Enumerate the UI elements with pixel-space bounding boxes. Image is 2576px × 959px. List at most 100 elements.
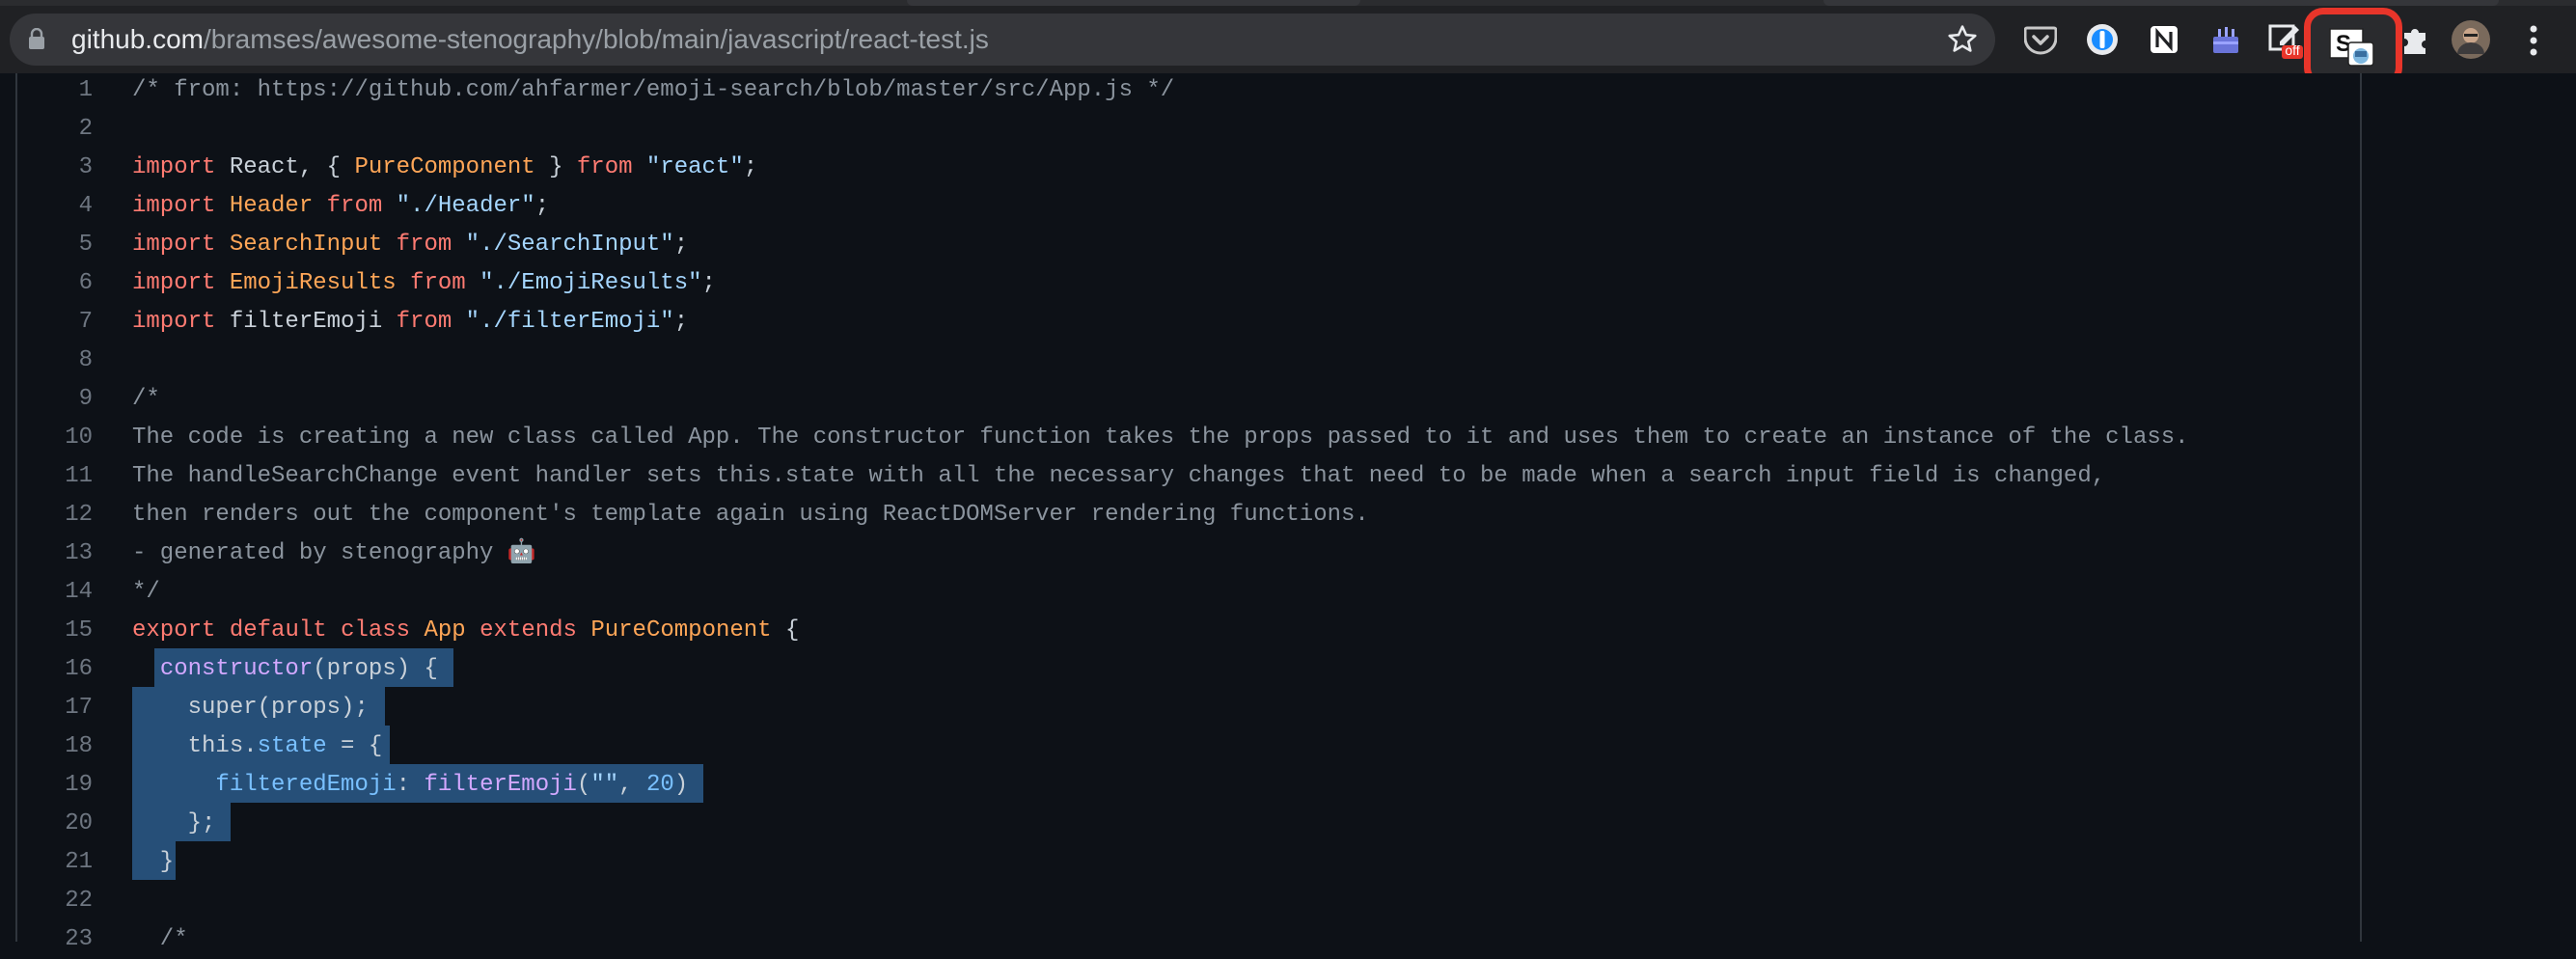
avatar[interactable]	[2451, 19, 2491, 60]
code-token: import	[132, 154, 216, 180]
code-token: filteredEmoji	[215, 772, 397, 798]
code-token: ;	[534, 193, 550, 219]
code-token: ;	[701, 270, 716, 296]
line-number[interactable]: 19	[19, 766, 93, 805]
cake-icon[interactable]	[2206, 19, 2246, 60]
line-number[interactable]: 20	[19, 805, 93, 843]
code-line: /*	[132, 926, 188, 952]
code-token: {	[771, 617, 800, 644]
code-line: import EmojiResults from "./EmojiResults…	[132, 264, 716, 303]
code-token: SearchInput	[215, 232, 397, 258]
line-number[interactable]: 10	[19, 419, 93, 457]
code-token: state	[257, 733, 327, 759]
url-host: github.com	[71, 24, 204, 54]
code-token: ,	[618, 772, 646, 798]
tab[interactable]	[1823, 0, 2499, 6]
code-token: import	[132, 270, 216, 296]
line-number[interactable]: 4	[19, 187, 93, 226]
line-number[interactable]: 11	[19, 457, 93, 496]
code-token: import	[132, 309, 216, 335]
code-token: ;	[673, 309, 689, 335]
code-line: The handleSearchChange event handler set…	[132, 463, 2106, 489]
code-token: "react"	[645, 154, 744, 180]
line-number[interactable]: 13	[19, 534, 93, 573]
bookmark-star-icon[interactable]	[1946, 23, 1979, 56]
url-path: /bramses/awesome-stenography/blob/main/j…	[203, 24, 989, 54]
line-number[interactable]: 15	[19, 612, 93, 650]
stenography-extension-icon[interactable]: S	[2329, 28, 2377, 68]
code-token: default	[229, 617, 327, 644]
line-number[interactable]: 16	[19, 650, 93, 689]
code-token: ;	[743, 154, 758, 180]
line-number[interactable]: 8	[19, 342, 93, 380]
divider	[15, 73, 17, 942]
line-number[interactable]: 22	[19, 882, 93, 920]
lock-icon[interactable]	[29, 28, 44, 49]
code-token: constructor	[159, 656, 314, 682]
code-token: EmojiResults	[215, 270, 411, 296]
puzzle-icon[interactable]	[2395, 19, 2435, 60]
line-number[interactable]: 23	[19, 920, 93, 959]
code-line: The code is creating a new class called …	[132, 425, 2189, 451]
code-line: import SearchInput from "./SearchInput";	[132, 226, 688, 264]
code-line: export default class App extends PureCom…	[132, 612, 799, 650]
code-line: import filterEmoji from "./filterEmoji";	[132, 303, 688, 342]
browser-toolbar: github.com/bramses/awesome-stenography/b…	[0, 0, 2576, 87]
code-token: ;	[673, 232, 689, 258]
code-token: , {	[298, 154, 355, 180]
line-number[interactable]: 9	[19, 380, 93, 419]
code-line: this.state = {	[132, 727, 383, 766]
url-text[interactable]: github.com/bramses/awesome-stenography/b…	[71, 21, 989, 58]
code-token: "./SearchInput"	[465, 232, 674, 258]
line-number[interactable]: 3	[19, 149, 93, 187]
code-token: filterEmoji	[215, 309, 397, 335]
code-line: then renders out the component's templat…	[132, 502, 1369, 528]
line-number[interactable]: 1	[19, 71, 93, 110]
line-number[interactable]: 12	[19, 496, 93, 534]
code-token: "./Header"	[396, 193, 535, 219]
code-line: filteredEmoji: filterEmoji("", 20)	[132, 766, 688, 805]
code-token: )	[673, 772, 689, 798]
line-number[interactable]: 5	[19, 226, 93, 264]
tab-strip	[0, 0, 2576, 6]
code-token: :	[396, 772, 425, 798]
divider	[2360, 73, 2362, 942]
code-line: - generated by stenography 🤖	[132, 540, 536, 566]
line-number[interactable]: 17	[19, 689, 93, 727]
code-line: super(props);	[132, 695, 369, 721]
tab[interactable]	[907, 0, 1360, 6]
code-token: }	[534, 154, 577, 180]
kebab-menu-icon[interactable]	[2525, 21, 2542, 60]
code-token: Header	[215, 193, 327, 219]
code-token: from	[410, 270, 466, 296]
code-token: from	[396, 232, 452, 258]
code-token: this.	[132, 733, 258, 759]
line-number[interactable]: 2	[19, 110, 93, 149]
code-line: */	[132, 579, 160, 605]
line-number[interactable]: 21	[19, 843, 93, 882]
line-number[interactable]: 6	[19, 264, 93, 303]
code-line: /* from: https://github.com/ahfarmer/emo…	[132, 77, 1175, 103]
code-token: React	[215, 154, 299, 180]
code-token: (props) {	[313, 656, 438, 682]
edit-extension-icon[interactable]: off	[2265, 19, 2306, 60]
line-number[interactable]: 14	[19, 573, 93, 612]
line-number[interactable]: 7	[19, 303, 93, 342]
one-password-icon[interactable]	[2082, 19, 2123, 60]
notion-icon[interactable]	[2144, 19, 2184, 60]
extension-badge: off	[2285, 42, 2300, 58]
line-number[interactable]: 18	[19, 727, 93, 766]
pocket-icon[interactable]	[2020, 19, 2061, 60]
